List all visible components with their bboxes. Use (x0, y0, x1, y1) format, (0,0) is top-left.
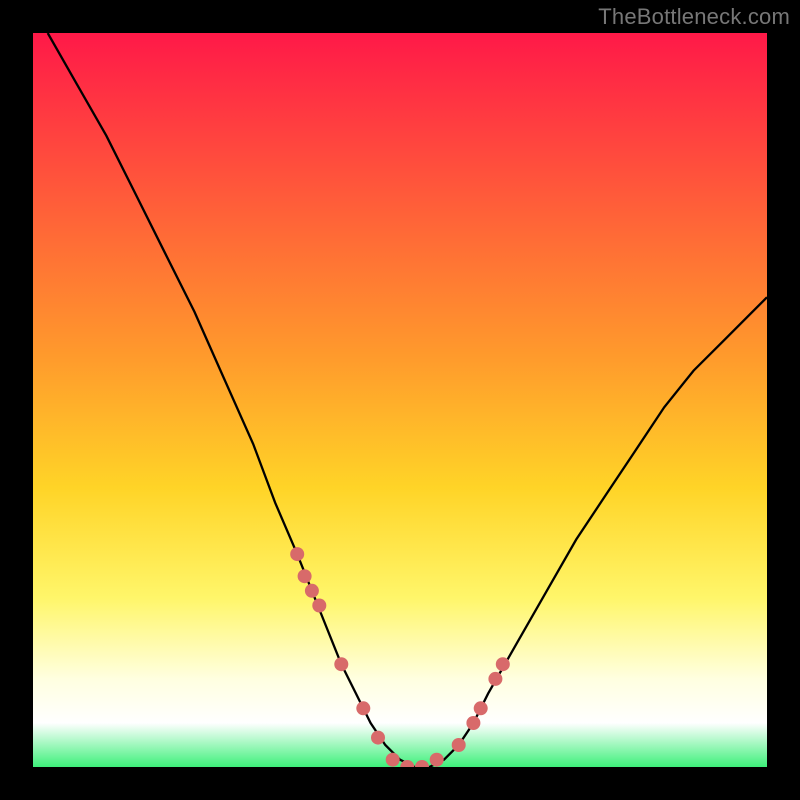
highlight-point (356, 701, 370, 715)
highlight-point (488, 672, 502, 686)
highlight-points (290, 547, 510, 767)
highlight-point (334, 657, 348, 671)
highlight-point (430, 753, 444, 767)
highlight-point (452, 738, 466, 752)
highlight-point (305, 584, 319, 598)
highlight-point (312, 599, 326, 613)
highlight-point (298, 569, 312, 583)
chart-frame: TheBottleneck.com (0, 0, 800, 800)
highlight-point (415, 760, 429, 767)
chart-svg (33, 33, 767, 767)
highlight-point (496, 657, 510, 671)
plot-area (33, 33, 767, 767)
watermark-text: TheBottleneck.com (598, 4, 790, 30)
highlight-point (290, 547, 304, 561)
highlight-point (371, 731, 385, 745)
highlight-point (386, 753, 400, 767)
highlight-point (474, 701, 488, 715)
curve-path (48, 33, 767, 767)
highlight-point (466, 716, 480, 730)
